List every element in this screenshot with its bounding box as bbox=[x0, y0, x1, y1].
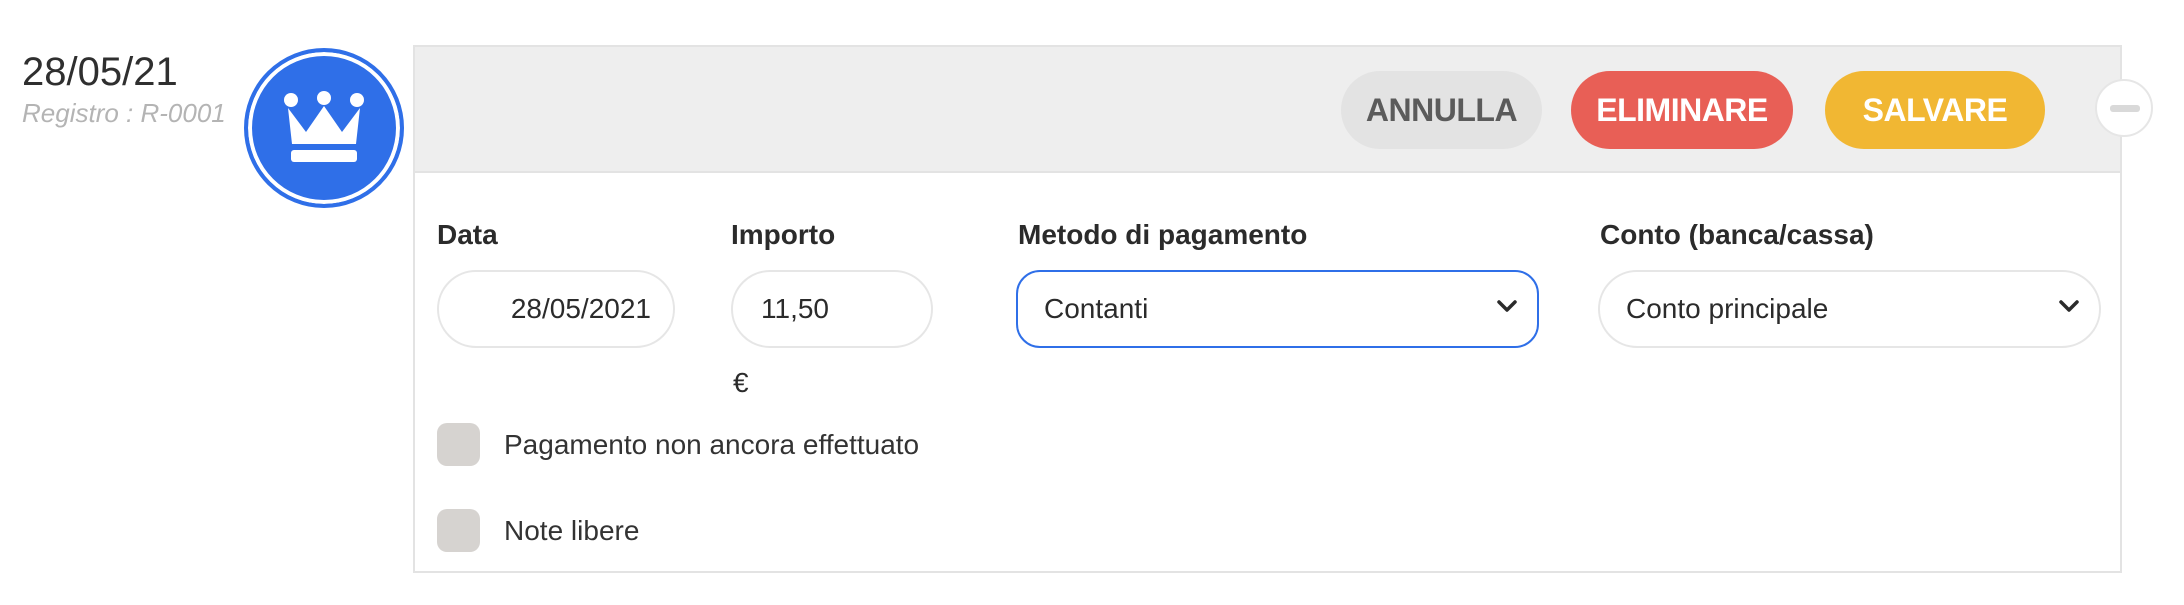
free-notes-option[interactable]: Note libere bbox=[437, 509, 639, 552]
amount-value: 11,50 bbox=[761, 293, 829, 324]
free-notes-checkbox[interactable] bbox=[437, 509, 480, 552]
payment-pending-option[interactable]: Pagamento non ancora effettuato bbox=[437, 423, 919, 466]
free-notes-label: Note libere bbox=[504, 514, 640, 546]
chevron-down-icon bbox=[1497, 300, 1517, 312]
payment-card: ANNULLA ELIMINARE SALVARE Data Importo M… bbox=[413, 45, 2153, 573]
registry-code: Registro : R-0001 bbox=[22, 98, 226, 128]
account-select[interactable]: Conto principale bbox=[1598, 270, 2101, 348]
collapse-button[interactable] bbox=[2095, 79, 2153, 137]
cancel-button[interactable]: ANNULLA bbox=[1341, 71, 1542, 149]
date-value: 28/05/2021 bbox=[510, 293, 651, 324]
payment-pending-label: Pagamento non ancora effettuato bbox=[504, 428, 920, 460]
payment-method-label: Metodo di pagamento bbox=[1018, 219, 1308, 250]
payment-method-value: Contanti bbox=[1044, 293, 1149, 324]
save-button[interactable]: SALVARE bbox=[1825, 71, 2045, 149]
payment-method-select[interactable]: Contanti bbox=[1016, 270, 1539, 348]
avatar bbox=[244, 48, 404, 208]
account-value: Conto principale bbox=[1626, 293, 1829, 324]
chevron-down-icon bbox=[2059, 300, 2079, 312]
delete-button[interactable]: ELIMINARE bbox=[1571, 71, 1793, 149]
payment-pending-checkbox[interactable] bbox=[437, 423, 480, 466]
date-field[interactable]: 28/05/2021 bbox=[437, 270, 675, 348]
crown-icon bbox=[284, 91, 364, 162]
amount-field[interactable]: 11,50 bbox=[731, 270, 933, 348]
card-header: ANNULLA ELIMINARE SALVARE bbox=[415, 47, 2153, 173]
entry-date: 28/05/21 bbox=[22, 50, 178, 94]
date-label: Data bbox=[437, 219, 498, 250]
minus-icon bbox=[2110, 105, 2140, 112]
amount-label: Importo bbox=[731, 219, 836, 250]
account-label: Conto (banca/cassa) bbox=[1600, 219, 1874, 250]
currency-symbol: € bbox=[733, 367, 749, 398]
entry-info: 28/05/21 Registro : R-0001 bbox=[22, 48, 226, 129]
